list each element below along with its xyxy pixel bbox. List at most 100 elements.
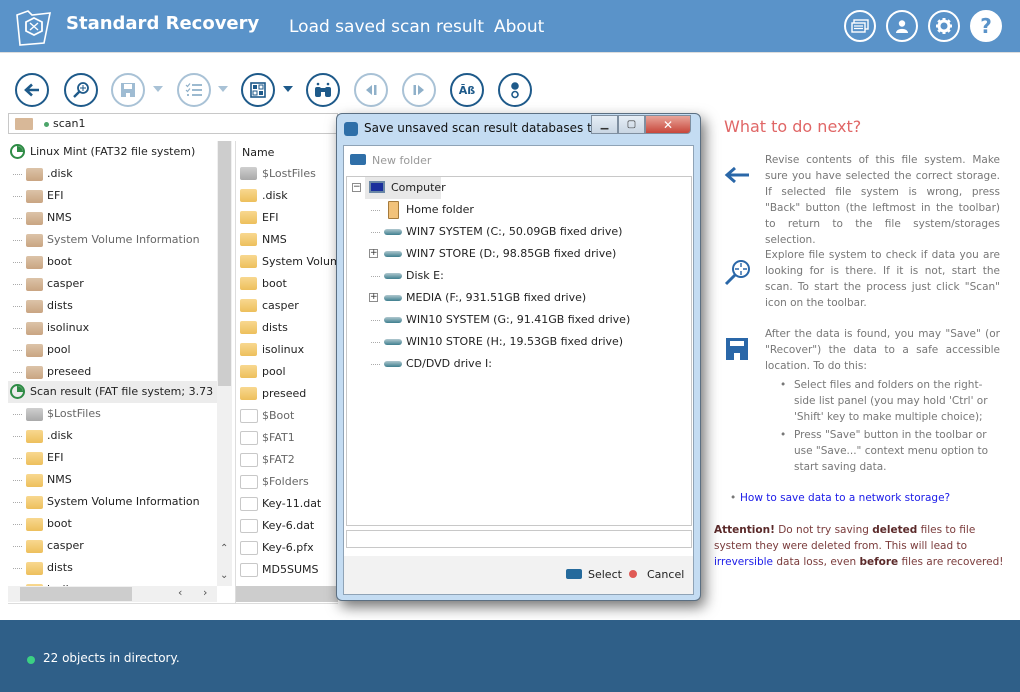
file-list-row[interactable]: $FAT2	[236, 449, 338, 471]
maximize-button[interactable]: ▢	[618, 115, 645, 134]
tree-item[interactable]: boot	[8, 251, 225, 273]
file-list-row[interactable]: dists	[236, 317, 338, 339]
find-button[interactable]	[306, 73, 340, 107]
location-tree-item[interactable]: Disk E:	[347, 265, 691, 287]
location-tree-item[interactable]: WIN10 SYSTEM (G:, 91.41GB fixed drive)	[347, 309, 691, 331]
tree-item[interactable]: EFI	[8, 185, 225, 207]
new-folder-button[interactable]: New folder	[350, 154, 431, 167]
file-list-row[interactable]: Key-6.pfx	[236, 537, 338, 559]
file-list-row[interactable]: EFI	[236, 207, 338, 229]
location-tree-item[interactable]: Home folder	[347, 199, 691, 221]
file-list-row[interactable]: preseed	[236, 383, 338, 405]
tree-item[interactable]: .disk	[8, 163, 225, 185]
scroll-right-icon[interactable]: ›	[203, 586, 207, 599]
file-list-row[interactable]: isolinux	[236, 339, 338, 361]
tree-item[interactable]: EFI	[8, 447, 225, 469]
tree-item[interactable]: System Volume Information	[8, 229, 225, 251]
selected-path-input[interactable]	[346, 530, 692, 548]
filesystem-icon	[10, 144, 25, 159]
file-list-row[interactable]: Key-11.dat	[236, 493, 338, 515]
tree-item[interactable]: dists	[8, 295, 225, 317]
prev-button[interactable]	[354, 73, 388, 107]
about-link[interactable]: About	[494, 17, 544, 37]
scroll-up-icon[interactable]: ⌃	[220, 543, 228, 554]
tree-item[interactable]: pool	[8, 339, 225, 361]
expand-icon[interactable]: +	[369, 293, 378, 302]
checklist-dropdown[interactable]	[218, 86, 228, 92]
scrollbar-thumb[interactable]	[20, 587, 132, 601]
file-list-row[interactable]: pool	[236, 361, 338, 383]
account-button[interactable]	[886, 10, 918, 42]
file-list-row[interactable]: Key-6.dat	[236, 515, 338, 537]
tree-item[interactable]: casper	[8, 273, 225, 295]
location-tree-item[interactable]: + WIN7 STORE (D:, 98.85GB fixed drive)	[347, 243, 691, 265]
tree-item[interactable]: System Volume Information	[8, 491, 225, 513]
select-button[interactable]: Select	[566, 568, 622, 581]
cancel-button[interactable]: Cancel	[629, 568, 684, 581]
prev-icon	[366, 85, 377, 95]
network-storage-help-link[interactable]: How to save data to a network storage?	[740, 492, 950, 504]
messages-button[interactable]	[844, 10, 876, 42]
location-tree-item[interactable]: + MEDIA (F:, 931.51GB fixed drive)	[347, 287, 691, 309]
file-list-horizontal-scrollbar[interactable]	[236, 586, 338, 602]
scroll-down-icon[interactable]: ⌄	[220, 570, 228, 581]
tree-item[interactable]: $LostFiles	[8, 403, 225, 425]
expand-icon[interactable]: +	[369, 249, 378, 258]
path-bar[interactable]: scan1	[8, 113, 338, 134]
location-tree-item[interactable]: WIN10 STORE (H:, 19.53GB fixed drive)	[347, 331, 691, 353]
file-list-row[interactable]: casper	[236, 295, 338, 317]
tree-vertical-scrollbar[interactable]	[217, 141, 232, 586]
settings-button[interactable]	[928, 10, 960, 42]
load-saved-scan-link[interactable]: Load saved scan result	[289, 17, 484, 37]
save-dropdown[interactable]	[153, 86, 163, 92]
file-list-row[interactable]: $FAT1	[236, 427, 338, 449]
tree-item[interactable]: boot	[8, 513, 225, 535]
tree-item[interactable]: casper	[8, 535, 225, 557]
view-mode-button[interactable]	[241, 73, 275, 107]
back-button[interactable]	[15, 73, 49, 107]
file-list-row[interactable]: $Folders	[236, 471, 338, 493]
filter-button[interactable]	[498, 73, 532, 107]
encoding-button[interactable]: Āß	[450, 73, 484, 107]
checklist-button[interactable]	[177, 73, 211, 107]
tree-item[interactable]: NMS	[8, 207, 225, 229]
help-button[interactable]: ?	[970, 10, 1002, 42]
file-list-row[interactable]: MD5SUMS	[236, 559, 338, 581]
column-header-name[interactable]: Name	[242, 146, 274, 159]
tree-line	[13, 436, 22, 437]
location-tree-item[interactable]: CD/DVD drive I:	[347, 353, 691, 375]
tree-root-computer[interactable]: − Computer	[347, 177, 691, 199]
scroll-left-icon[interactable]: ‹	[178, 586, 182, 599]
tree-item[interactable]: isolinux	[8, 317, 225, 339]
tree-horizontal-scrollbar[interactable]	[8, 586, 217, 602]
tree-line	[13, 306, 22, 307]
file-list-row[interactable]: boot	[236, 273, 338, 295]
minimize-button[interactable]: ▁	[591, 115, 618, 134]
tree-root-linux-mint[interactable]: Linux Mint (FAT32 file system)	[8, 141, 225, 163]
help-icon: ?	[980, 14, 992, 38]
tree-item[interactable]: NMS	[8, 469, 225, 491]
file-list-row[interactable]: NMS	[236, 229, 338, 251]
drive-icon	[384, 361, 402, 367]
file-list-row[interactable]: System Volume Information	[236, 251, 338, 273]
tree-item[interactable]: preseed	[8, 361, 225, 383]
collapse-icon[interactable]: −	[352, 183, 361, 192]
view-mode-dropdown[interactable]	[283, 86, 293, 92]
file-list-row[interactable]: $Boot	[236, 405, 338, 427]
folder-icon	[26, 256, 43, 269]
tree-item[interactable]: .disk	[8, 425, 225, 447]
scrollbar-thumb[interactable]	[218, 141, 231, 386]
folder-icon	[240, 365, 257, 378]
next-button[interactable]	[402, 73, 436, 107]
help-step-save: After the data is found, you may "Save" …	[765, 328, 1000, 372]
file-list-row[interactable]: $LostFiles	[236, 163, 338, 185]
scan-button[interactable]	[64, 73, 98, 107]
close-button[interactable]: ✕	[645, 115, 691, 134]
file-list-row[interactable]: .disk	[236, 185, 338, 207]
messages-icon	[851, 19, 869, 33]
location-tree-item[interactable]: WIN7 SYSTEM (C:, 50.09GB fixed drive)	[347, 221, 691, 243]
tree-item[interactable]: dists	[8, 557, 225, 579]
grid-icon	[250, 82, 266, 98]
save-button[interactable]	[111, 73, 145, 107]
tree-root-scan-result[interactable]: Scan result (FAT file system; 3.73 GB in	[8, 381, 225, 403]
